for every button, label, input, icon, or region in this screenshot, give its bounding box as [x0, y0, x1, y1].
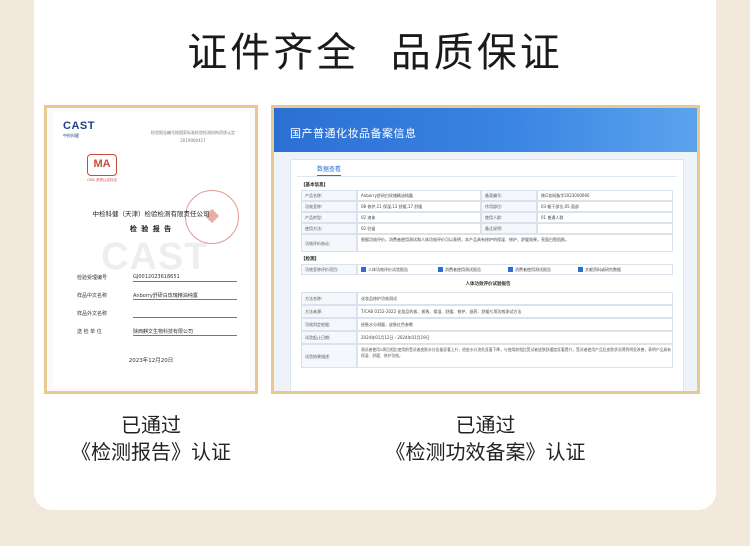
basic-cell-label: 功效宣称:	[301, 201, 357, 212]
basic-cell-value	[537, 223, 673, 234]
detail-label: 功效判定依据:	[301, 318, 357, 331]
efficacy-report-subtitle: 人体功效评价试验报告	[465, 282, 511, 287]
report-field-label: 样品外文名称	[77, 311, 108, 317]
basic-cell-label: 作用部位:	[481, 201, 537, 212]
report-field-row: 样品中文名称 Anborry舒研白玫瑰精油纯露	[77, 292, 237, 302]
basic-info-section-title: 【基本信息】	[301, 183, 328, 188]
report-certificate-frame: CAST 中检科健 检验报告编号按国家标准检验检测机构资质认定 20190004…	[44, 105, 258, 394]
report-organization: 中检科健（天津）检验检测有限责任公司	[92, 210, 210, 218]
basic-cell-label: 产品名称:	[301, 190, 357, 201]
evaluation-label: 功效宣称评价项目:	[301, 264, 357, 275]
divider	[297, 176, 677, 177]
report-field-value: GJ0012023618651	[133, 274, 237, 282]
eval-check-label: 消费者使用测试报告	[515, 267, 551, 272]
report-field-row: 送 检 单 位 陕西麒文生物科技有限公司	[77, 328, 237, 338]
basic-cell-value: 03 躯干部位,05 面部	[537, 201, 673, 212]
cast-logo: CAST	[63, 120, 95, 132]
basic-cell-value: 08 修护,11 保湿,13 舒缓,17 舒缓	[357, 201, 481, 212]
basic-cell-label: 功效评价结论:	[301, 234, 357, 252]
basic-cell-label: 使用人群:	[481, 212, 537, 223]
report-caption-line2: 《检测报告》认证	[71, 440, 231, 464]
eval-check-item[interactable]: 消费者使用测试报告	[438, 265, 481, 274]
basic-cell-value: 根据功效评价，消费者使用测试和人体功效评价可以表明，本产品具有修护的保湿、修护、…	[357, 234, 673, 252]
evaluation-section-title: 【检测】	[301, 257, 319, 262]
checkbox-checked-icon	[508, 267, 513, 272]
checkbox-checked-icon	[438, 267, 443, 272]
basic-cell-label: 使用方法:	[301, 223, 357, 234]
basic-cell-value: 陕G妆网备字2023000666	[537, 190, 673, 201]
detail-value: 测试者使用2周后相比使用前受试者皮肤水分含量显著上升，经皮水分流失显著下降，与使…	[357, 344, 673, 368]
eval-check-label: 消费者使用测试报告	[445, 267, 481, 272]
report-date: 2023年12月20日	[128, 358, 174, 364]
cma-logo: MA	[87, 154, 117, 176]
filing-body: 数据查看 【基本信息】 产品名称: Anborry舒研白玫瑰精油纯露 备案编号:…	[274, 152, 697, 391]
eval-check-item[interactable]: 人体功效评价试验报告	[361, 265, 408, 274]
detail-value: 化妆品修护功效测试	[357, 292, 673, 305]
report-field-label: 送 检 单 位	[77, 329, 102, 335]
page-title: 证件齐全 品质保证	[187, 30, 563, 76]
filing-panel: 数据查看 【基本信息】 产品名称: Anborry舒研白玫瑰精油纯露 备案编号:…	[290, 159, 684, 391]
cast-logo-subtitle: 中检科健	[63, 133, 79, 138]
tab-data-view[interactable]: 数据查看	[317, 164, 342, 176]
detail-label: 试验结果描述:	[301, 344, 357, 368]
basic-cell-label: 产品剂型:	[301, 212, 357, 223]
filing-header-title: 国产普通化妆品备案信息	[290, 127, 417, 140]
cast-watermark: CAST	[101, 236, 209, 278]
basic-cell-value: 02 液体	[357, 212, 481, 223]
report-field-row: 样品外文名称	[77, 310, 237, 320]
report-field-value: 陕西麒文生物科技有限公司	[133, 328, 237, 336]
basic-cell-value: 02 驻留	[357, 223, 481, 234]
basic-cell-label: 备注说明:	[481, 223, 537, 234]
report-top-note-text: 检验报告编号按国家标准检验检测机构资质认定	[151, 130, 235, 135]
filing-caption: 已通过 《检测功效备案》认证	[271, 412, 700, 466]
report-caption-line1: 已通过	[121, 413, 181, 437]
report-caption: 已通过 《检测报告》认证	[44, 412, 258, 466]
basic-cell-value: Anborry舒研白玫瑰精油纯露	[357, 190, 481, 201]
eval-check-label: 文献资料或研究数据	[585, 267, 621, 272]
detail-label: 方法名称:	[301, 292, 357, 305]
detail-value: 经肤水分测量，皮肤红色参数	[357, 318, 673, 331]
detail-label: 方法来源:	[301, 305, 357, 318]
filing-certificate-frame: 国产普通化妆品备案信息 数据查看 【基本信息】 产品名称: Anborry舒研白…	[271, 105, 700, 394]
basic-cell-label: 备案编号:	[481, 190, 537, 201]
checkbox-checked-icon	[578, 267, 583, 272]
basic-cell-value: 01 普通人群	[537, 212, 673, 223]
eval-check-label: 人体功效评价试验报告	[368, 267, 408, 272]
filing-caption-line1: 已通过	[455, 413, 516, 437]
cma-logo-subtitle: CMA 资质认定标志	[87, 178, 117, 182]
report-field-label: 检验受理编号	[77, 275, 108, 281]
eval-check-item[interactable]: 消费者使用测试报告	[508, 265, 551, 274]
report-heading: 检 验 报 告	[129, 225, 173, 233]
filing-caption-line2: 《检测功效备案》认证	[385, 440, 586, 464]
report-field-label: 样品中文名称	[77, 293, 108, 299]
report-top-note: 检验报告编号按国家标准检验检测机构资质认定 2019000417	[141, 129, 245, 145]
inspection-report-document: CAST 中检科健 检验报告编号按国家标准检验检测机构资质认定 20190004…	[53, 112, 249, 388]
evaluation-checks: 人体功效评价试验报告 消费者使用测试报告 消费者使用测试报告 文献资料或研究数据	[357, 264, 673, 275]
detail-value: T/CAB 0152-2022 化妆品的紧、紧致、保湿、舒缓、修护、滋养、舒缓七…	[357, 305, 673, 318]
report-field-row: 检验受理编号 GJ0012023618651	[77, 274, 237, 284]
report-top-number: 2019000417	[180, 138, 206, 143]
report-field-value: Anborry舒研白玫瑰精油纯露	[133, 292, 237, 300]
filing-header: 国产普通化妆品备案信息	[274, 108, 697, 152]
eval-check-item[interactable]: 文献资料或研究数据	[578, 265, 621, 274]
detail-label: 试验起止日期:	[301, 331, 357, 344]
report-field-value	[133, 310, 237, 318]
detail-value: 2024年01月12日 - 2024年01月19日	[357, 331, 673, 344]
checkbox-checked-icon	[361, 267, 366, 272]
